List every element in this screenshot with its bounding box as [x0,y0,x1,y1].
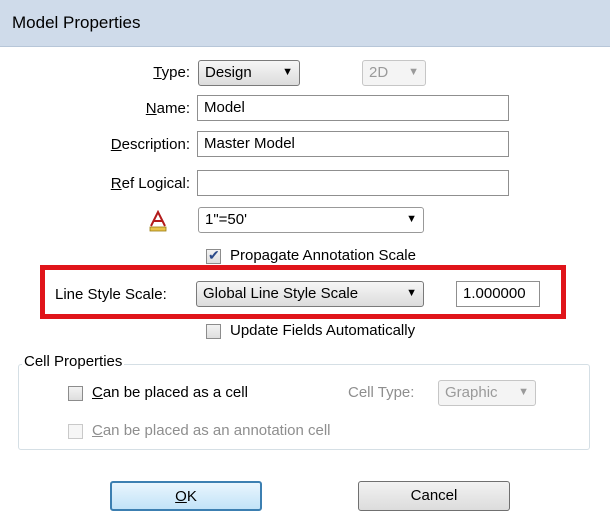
type-dropdown[interactable]: Design ▼ [198,60,300,86]
model-properties-dialog: Model Properties Type: Design ▼ 2D ▼ Nam… [0,0,610,529]
ok-button[interactable]: OK [110,481,262,511]
checkmark-icon: ✔ [208,247,220,263]
can-place-annotation-cell-checkbox [68,424,83,439]
type-value: Design [205,64,252,81]
window-title: Model Properties [12,13,141,32]
propagate-annotation-scale-checkbox[interactable]: ✔ [206,247,221,264]
cancel-button[interactable]: Cancel [358,481,510,511]
chevron-down-icon: ▼ [408,66,419,78]
description-input[interactable]: Master Model [197,131,509,157]
chevron-down-icon: ▼ [282,66,293,78]
title-bar[interactable]: Model Properties [0,0,610,47]
annotation-scale-value: 1"=50' [205,211,247,228]
cell-type-dropdown: Graphic ▼ [438,380,536,406]
can-place-annotation-cell-label: Can be placed as an annotation cell [92,422,331,439]
annotation-scale-icon [149,210,167,232]
cell-type-label: Cell Type: [348,384,415,401]
ref-logical-input[interactable] [197,170,509,196]
chevron-down-icon: ▼ [518,386,529,398]
chevron-down-icon: ▼ [406,213,417,225]
name-label: Name: [145,100,190,117]
type-label: Type: [153,64,190,81]
update-fields-checkbox[interactable] [206,324,221,339]
dimension-value: 2D [369,64,389,81]
name-input[interactable]: Model [197,95,509,121]
description-label: Description: [110,136,190,153]
can-place-cell-label: Can be placed as a cell [92,384,248,401]
highlight-box [40,265,566,319]
cell-type-value: Graphic [445,384,498,401]
dimension-dropdown: 2D ▼ [362,60,426,86]
propagate-annotation-scale-label: Propagate Annotation Scale [230,247,416,264]
update-fields-label: Update Fields Automatically [230,322,416,339]
ref-logical-label: Ref Logical: [110,175,190,192]
annotation-scale-dropdown[interactable]: 1"=50' ▼ [198,207,424,233]
cell-properties-title: Cell Properties [22,353,125,370]
can-place-cell-checkbox[interactable] [68,386,83,401]
